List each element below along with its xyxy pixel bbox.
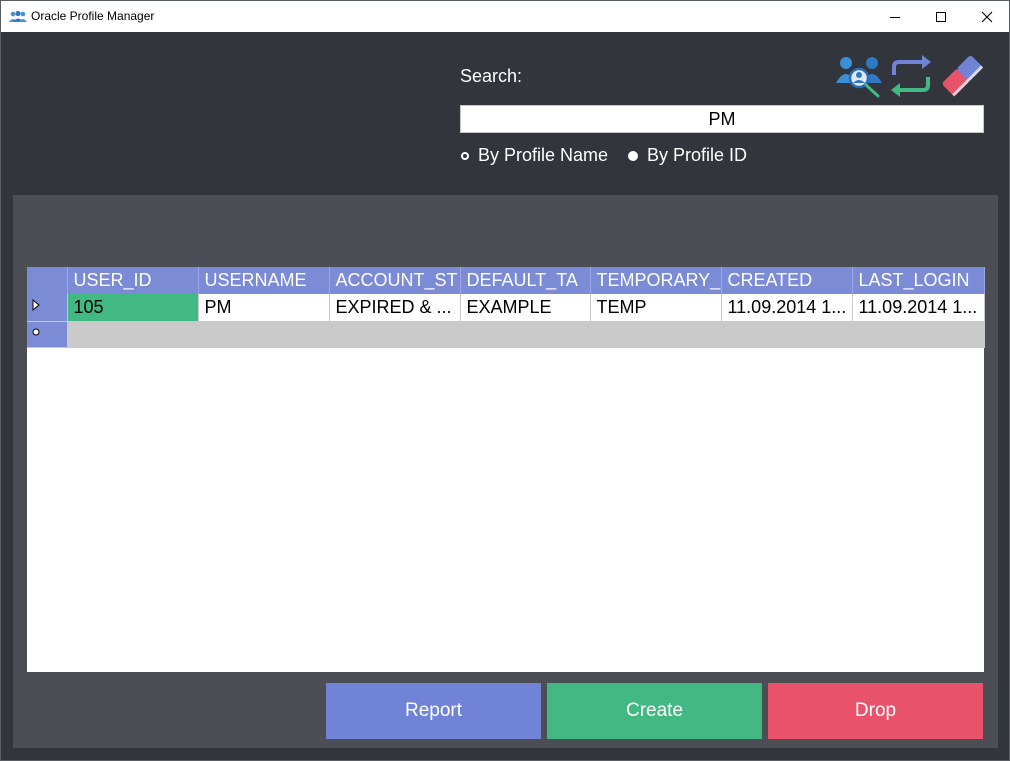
drop-button[interactable]: Drop <box>768 683 983 739</box>
radio-selected-indicator <box>628 150 638 161</box>
radio-label: By Profile ID <box>647 145 748 165</box>
new-row-cell[interactable] <box>460 321 591 348</box>
eraser-icon[interactable] <box>939 53 985 99</box>
app-window: Oracle Profile Manager Search: PM By Pro… <box>0 0 1010 761</box>
new-row-cell[interactable] <box>329 321 461 348</box>
close-icon <box>981 11 993 22</box>
maximize-button[interactable] <box>918 1 964 32</box>
cell-temporary-tablespace[interactable]: TEMP <box>590 294 722 322</box>
maximize-icon <box>936 11 946 22</box>
cell-created[interactable]: 11.09.2014 1... <box>721 294 853 322</box>
users-app-icon <box>9 10 27 22</box>
column-header-username[interactable]: USERNAME <box>198 267 330 294</box>
cell-last-login[interactable]: 11.09.2014 1... <box>852 294 985 322</box>
column-header-account-status[interactable]: ACCOUNT_ST <box>329 267 461 294</box>
column-header-created[interactable]: CREATED <box>721 267 853 294</box>
new-row-cell[interactable] <box>198 321 330 348</box>
cell-user-id[interactable]: 105 <box>67 294 199 322</box>
new-row-cell[interactable] <box>721 321 853 348</box>
radio-by-profile-name[interactable]: By Profile Name <box>461 145 608 166</box>
new-row-cell[interactable] <box>590 321 722 348</box>
new-row[interactable] <box>27 321 985 348</box>
new-row-selector[interactable] <box>27 321 68 348</box>
cell-default-tablespace[interactable]: EXAMPLE <box>460 294 591 322</box>
grid-header-row: USER_ID USERNAME ACCOUNT_ST DEFAULT_TA T… <box>27 267 985 294</box>
create-button[interactable]: Create <box>547 683 762 739</box>
column-header-temporary-tablespace[interactable]: TEMPORARY_ <box>590 267 722 294</box>
refresh-icon[interactable] <box>888 53 934 99</box>
cell-username[interactable]: PM <box>198 294 330 322</box>
new-row-cell[interactable] <box>67 321 199 348</box>
window-title: Oracle Profile Manager <box>31 9 155 23</box>
search-users-icon[interactable] <box>836 53 882 99</box>
close-button[interactable] <box>964 1 1010 32</box>
report-button[interactable]: Report <box>326 683 541 739</box>
cell-account-status[interactable]: EXPIRED & ... <box>329 294 461 322</box>
search-label: Search: <box>460 66 523 86</box>
column-header-last-login[interactable]: LAST_LOGIN <box>852 267 985 294</box>
table-row[interactable]: 105 PM EXPIRED & ... EXAMPLE TEMP 11.09.… <box>27 294 985 322</box>
radio-by-profile-id[interactable]: By Profile ID <box>628 145 747 166</box>
profiles-grid[interactable]: USER_ID USERNAME ACCOUNT_ST DEFAULT_TA T… <box>27 267 985 672</box>
row-header-corner <box>27 267 68 294</box>
minimize-icon <box>890 16 900 18</box>
column-header-user-id[interactable]: USER_ID <box>67 267 199 294</box>
new-row-star-icon <box>32 328 40 336</box>
column-header-default-tablespace[interactable]: DEFAULT_TA <box>460 267 591 294</box>
current-row-arrow-icon <box>32 298 40 312</box>
title-bar: Oracle Profile Manager <box>1 1 1009 32</box>
radio-unselected-indicator <box>461 151 469 160</box>
search-input[interactable] <box>460 105 984 133</box>
new-row-cell[interactable] <box>852 321 985 348</box>
row-selector[interactable] <box>27 294 68 322</box>
minimize-button[interactable] <box>872 1 918 32</box>
radio-label: By Profile Name <box>478 145 609 165</box>
